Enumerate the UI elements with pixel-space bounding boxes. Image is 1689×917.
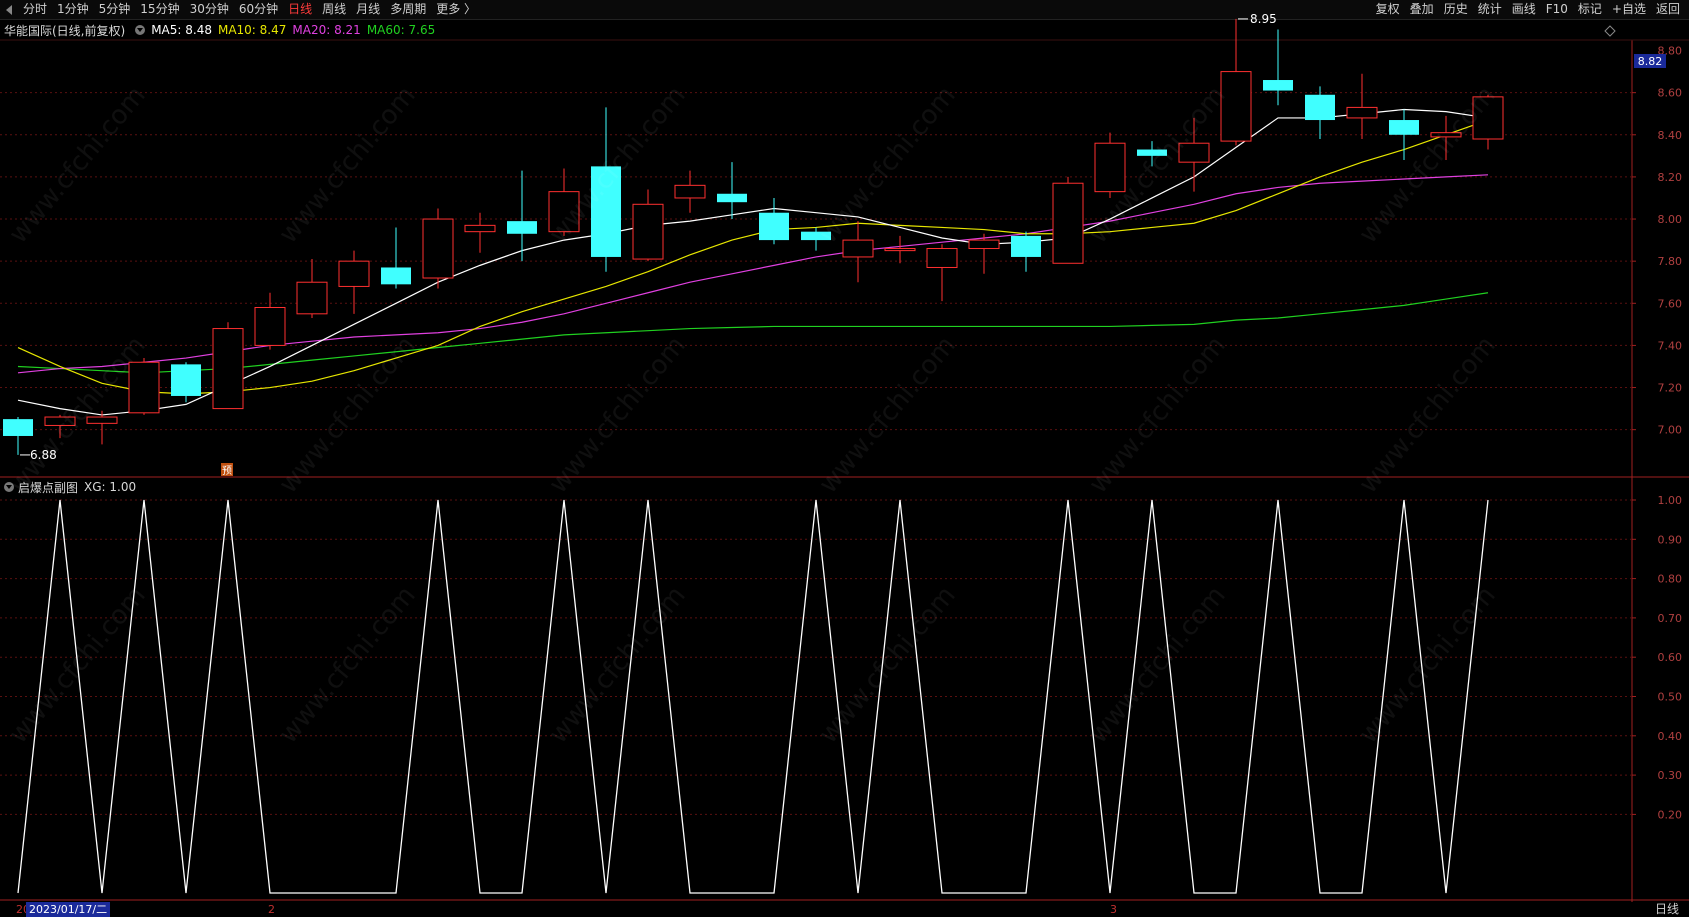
candle-body-up <box>1346 106 1378 119</box>
sub-collapse-icon[interactable] <box>4 482 14 492</box>
candle-body-up <box>296 281 328 315</box>
price-tick-label: 7.60 <box>1658 297 1683 310</box>
sub-tick-label: 0.20 <box>1658 808 1683 821</box>
date-axis-bar: 20 2023/01/17/二 2 3 日线 <box>0 902 1689 917</box>
pre-marker-label: 预 <box>222 465 232 477</box>
candle-body-up <box>632 203 664 260</box>
candle-body-down <box>1137 149 1167 156</box>
candle-body-up <box>884 248 916 252</box>
candle-body-up <box>548 191 580 233</box>
price-tick-label: 8.20 <box>1658 171 1683 184</box>
sub-title: 启爆点副图 <box>18 480 79 495</box>
candle-body-up <box>968 239 1000 250</box>
ma5-label: MA5: 8.48 <box>151 23 212 37</box>
ma60-label: MA60: 7.65 <box>366 23 436 37</box>
month-tick-feb: 2 <box>268 903 275 916</box>
candle-body-up <box>128 361 160 414</box>
candle-body-up <box>926 248 958 268</box>
candle-body-up <box>1052 182 1084 264</box>
candle-body-up <box>842 239 874 258</box>
candle-body-up <box>338 260 370 287</box>
xg-value: XG: 1.00 <box>84 480 137 494</box>
diamond-icon <box>1604 25 1616 37</box>
candle-body-down <box>381 267 411 285</box>
price-tick-label: 8.60 <box>1658 87 1683 100</box>
candle-body-up <box>422 218 454 279</box>
candle-body-up <box>1178 142 1210 163</box>
candle-body-down <box>801 231 831 241</box>
candle-body-down <box>717 193 747 203</box>
price-tick-label: 7.40 <box>1658 339 1683 352</box>
price-tick-label: 7.00 <box>1658 424 1683 437</box>
price-tick-label: 8.40 <box>1658 129 1683 142</box>
candle-body-up <box>1430 132 1462 138</box>
sub-tick-label: 0.90 <box>1658 533 1683 546</box>
ma20-label: MA20: 8.21 <box>292 23 361 37</box>
sub-info-bar: 启爆点副图 XG: 1.00 <box>0 479 136 495</box>
candle-body-down <box>591 166 621 257</box>
candle-body-up <box>464 224 496 233</box>
candle-body-up <box>1094 142 1126 193</box>
candle-body-up <box>1472 96 1504 140</box>
candle-body-up <box>1220 71 1252 142</box>
cursor-date: 2023/01/17/二 <box>26 902 111 917</box>
candle-body-up <box>254 306 286 346</box>
period-indicator[interactable]: 日线 <box>1655 902 1679 917</box>
collapse-icon[interactable] <box>135 25 146 35</box>
stock-title: 华能国际(日线,前复权) <box>4 23 126 38</box>
candle-body-up <box>674 184 706 199</box>
kline-chart: 8.608.408.208.007.807.607.407.207.008.80… <box>0 12 1689 902</box>
price-tick-label: 7.20 <box>1658 382 1683 395</box>
current-price-label: 8.82 <box>1638 55 1663 68</box>
candle-body-up <box>212 328 244 410</box>
sub-tick-label: 0.40 <box>1658 730 1683 743</box>
xg-line <box>17 499 1489 894</box>
candle-body-down <box>507 221 537 234</box>
ma10-label: MA10: 8.47 <box>217 23 287 37</box>
candle-body-down <box>1011 235 1041 257</box>
sub-tick-label: 0.50 <box>1658 691 1683 704</box>
candle-body-down <box>1305 94 1335 121</box>
month-tick-mar: 3 <box>1110 903 1117 916</box>
sub-tick-label: 0.70 <box>1658 612 1683 625</box>
sub-tick-label: 1.00 <box>1658 494 1683 507</box>
candle-body-down <box>1263 80 1293 91</box>
high-label: 8.95 <box>1250 12 1277 26</box>
price-tick-label: 7.80 <box>1658 255 1683 268</box>
candle-body-down <box>1389 120 1419 135</box>
price-tick-label: 8.00 <box>1658 213 1683 226</box>
candle-body-up <box>44 416 76 426</box>
sub-tick-label: 0.60 <box>1658 651 1683 664</box>
candle-body-down <box>759 212 789 241</box>
low-label: 6.88 <box>30 448 57 462</box>
candle-body-up <box>86 416 118 424</box>
sub-tick-label: 0.80 <box>1658 573 1683 586</box>
main-info-bar: 华能国际(日线,前复权) MA5: 8.48 MA10: 8.47 MA20: … <box>0 21 441 39</box>
sub-tick-label: 0.30 <box>1658 769 1683 782</box>
candle-body-down <box>171 364 201 396</box>
candle-body-down <box>3 419 33 436</box>
